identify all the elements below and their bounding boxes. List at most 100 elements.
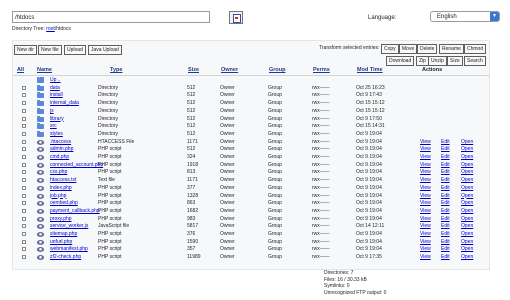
file-icon[interactable] (37, 255, 44, 261)
open-link[interactable]: Open (461, 254, 473, 261)
folder-up-icon[interactable] (37, 75, 44, 83)
file-name-link[interactable]: css.php (50, 169, 67, 176)
edit-link[interactable]: Edit (441, 162, 450, 169)
file-icon[interactable] (37, 162, 44, 168)
file-name-link[interactable]: sitemap.php (50, 231, 77, 238)
file-name-link[interactable]: htaccess.txt (50, 177, 76, 184)
row-checkbox[interactable] (22, 185, 26, 190)
row-checkbox[interactable] (22, 201, 26, 206)
file-icon[interactable] (37, 216, 44, 222)
folder-icon[interactable] (37, 115, 44, 122)
row-checkbox[interactable] (22, 101, 26, 106)
view-link[interactable]: View (420, 246, 431, 253)
view-link[interactable]: View (420, 162, 431, 169)
open-link[interactable]: Open (461, 231, 473, 238)
header-mod-time[interactable]: Mod Time (357, 67, 383, 73)
view-link[interactable]: View (420, 154, 431, 161)
row-checkbox[interactable] (22, 147, 26, 152)
zip-button[interactable]: Zip (416, 56, 429, 66)
edit-link[interactable]: Edit (441, 208, 450, 215)
view-link[interactable]: View (420, 254, 431, 261)
file-icon[interactable] (37, 239, 44, 245)
edit-link[interactable]: Edit (441, 200, 450, 207)
row-checkbox[interactable] (22, 108, 26, 113)
file-name-link[interactable]: styles (50, 131, 63, 138)
edit-link[interactable]: Edit (441, 139, 450, 146)
upload-button[interactable]: Upload (64, 45, 86, 55)
file-icon[interactable] (37, 185, 44, 191)
header-all[interactable]: All (17, 67, 24, 73)
open-link[interactable]: Open (461, 216, 473, 223)
file-name-link[interactable]: data (50, 85, 60, 92)
header-perms[interactable]: Perms (313, 67, 330, 73)
header-type[interactable]: Type (110, 67, 122, 73)
folder-icon[interactable] (37, 92, 44, 99)
row-checkbox[interactable] (22, 239, 26, 244)
edit-link[interactable]: Edit (441, 177, 450, 184)
chmod-button[interactable]: Chmod (464, 44, 487, 54)
open-link[interactable]: Open (461, 154, 473, 161)
row-checkbox[interactable] (22, 178, 26, 183)
rename-button[interactable]: Rename (439, 44, 464, 54)
open-link[interactable]: Open (461, 246, 473, 253)
row-checkbox[interactable] (22, 155, 26, 159)
view-link[interactable]: View (420, 185, 431, 192)
open-link[interactable]: Open (461, 162, 473, 169)
file-name-link[interactable]: js (50, 108, 54, 115)
row-checkbox[interactable] (22, 255, 26, 260)
file-icon[interactable] (37, 201, 44, 207)
file-icon[interactable] (37, 247, 44, 253)
file-name-link[interactable]: connected_account.php (50, 162, 103, 169)
row-checkbox[interactable] (22, 193, 26, 198)
edit-link[interactable]: Edit (441, 246, 450, 253)
file-name-link[interactable]: src (50, 123, 57, 130)
view-link[interactable]: View (420, 193, 431, 200)
file-name-link[interactable]: index.php (50, 185, 72, 192)
edit-link[interactable]: Edit (441, 223, 450, 230)
file-name-link[interactable]: unfurl.php (50, 239, 72, 246)
row-checkbox[interactable] (22, 93, 26, 98)
row-checkbox[interactable] (22, 224, 26, 229)
row-checkbox[interactable] (22, 216, 26, 221)
open-link[interactable]: Open (461, 146, 473, 153)
edit-link[interactable]: Edit (441, 216, 450, 223)
edit-link[interactable]: Edit (441, 239, 450, 246)
java-upload-button[interactable]: Java Upload (88, 45, 122, 55)
view-link[interactable]: View (420, 231, 431, 238)
delete-button[interactable]: Delete (417, 44, 438, 54)
row-checkbox[interactable] (22, 247, 26, 252)
view-link[interactable]: View (420, 139, 431, 146)
size-button[interactable]: Size (447, 56, 463, 66)
copy-button[interactable]: Copy (381, 44, 399, 54)
file-icon[interactable] (37, 155, 44, 160)
file-name-link[interactable]: proxy.php (50, 216, 72, 223)
view-link[interactable]: View (420, 177, 431, 184)
root-link[interactable]: root (46, 26, 55, 32)
file-icon[interactable] (37, 139, 44, 145)
file-icon[interactable] (37, 170, 44, 176)
view-link[interactable]: View (420, 239, 431, 246)
folder-icon[interactable] (37, 84, 44, 91)
language-select[interactable]: English ▼ (430, 11, 500, 22)
row-checkbox[interactable] (22, 139, 26, 144)
open-link[interactable]: Open (461, 177, 473, 184)
open-link[interactable]: Open (461, 139, 473, 146)
file-icon[interactable] (37, 193, 44, 199)
view-link[interactable]: View (420, 169, 431, 176)
row-checkbox[interactable] (22, 162, 26, 167)
file-icon[interactable] (37, 224, 44, 230)
file-name-link[interactable]: zf2-check.php (50, 254, 81, 261)
file-name-link[interactable]: webmanifest.php (50, 246, 88, 253)
view-link[interactable]: View (420, 208, 431, 215)
file-icon[interactable] (37, 178, 44, 184)
edit-link[interactable]: Edit (441, 231, 450, 238)
new-file-button[interactable]: New file (38, 45, 62, 55)
edit-link[interactable]: Edit (441, 154, 450, 161)
file-name-link[interactable]: .htaccess (50, 139, 71, 146)
open-link[interactable]: Open (461, 208, 473, 215)
open-link[interactable]: Open (461, 200, 473, 207)
go-to-directory-button[interactable] (229, 11, 243, 24)
file-icon[interactable] (37, 232, 44, 237)
row-checkbox[interactable] (22, 131, 26, 136)
file-name-link[interactable]: oembed.php (50, 200, 78, 207)
